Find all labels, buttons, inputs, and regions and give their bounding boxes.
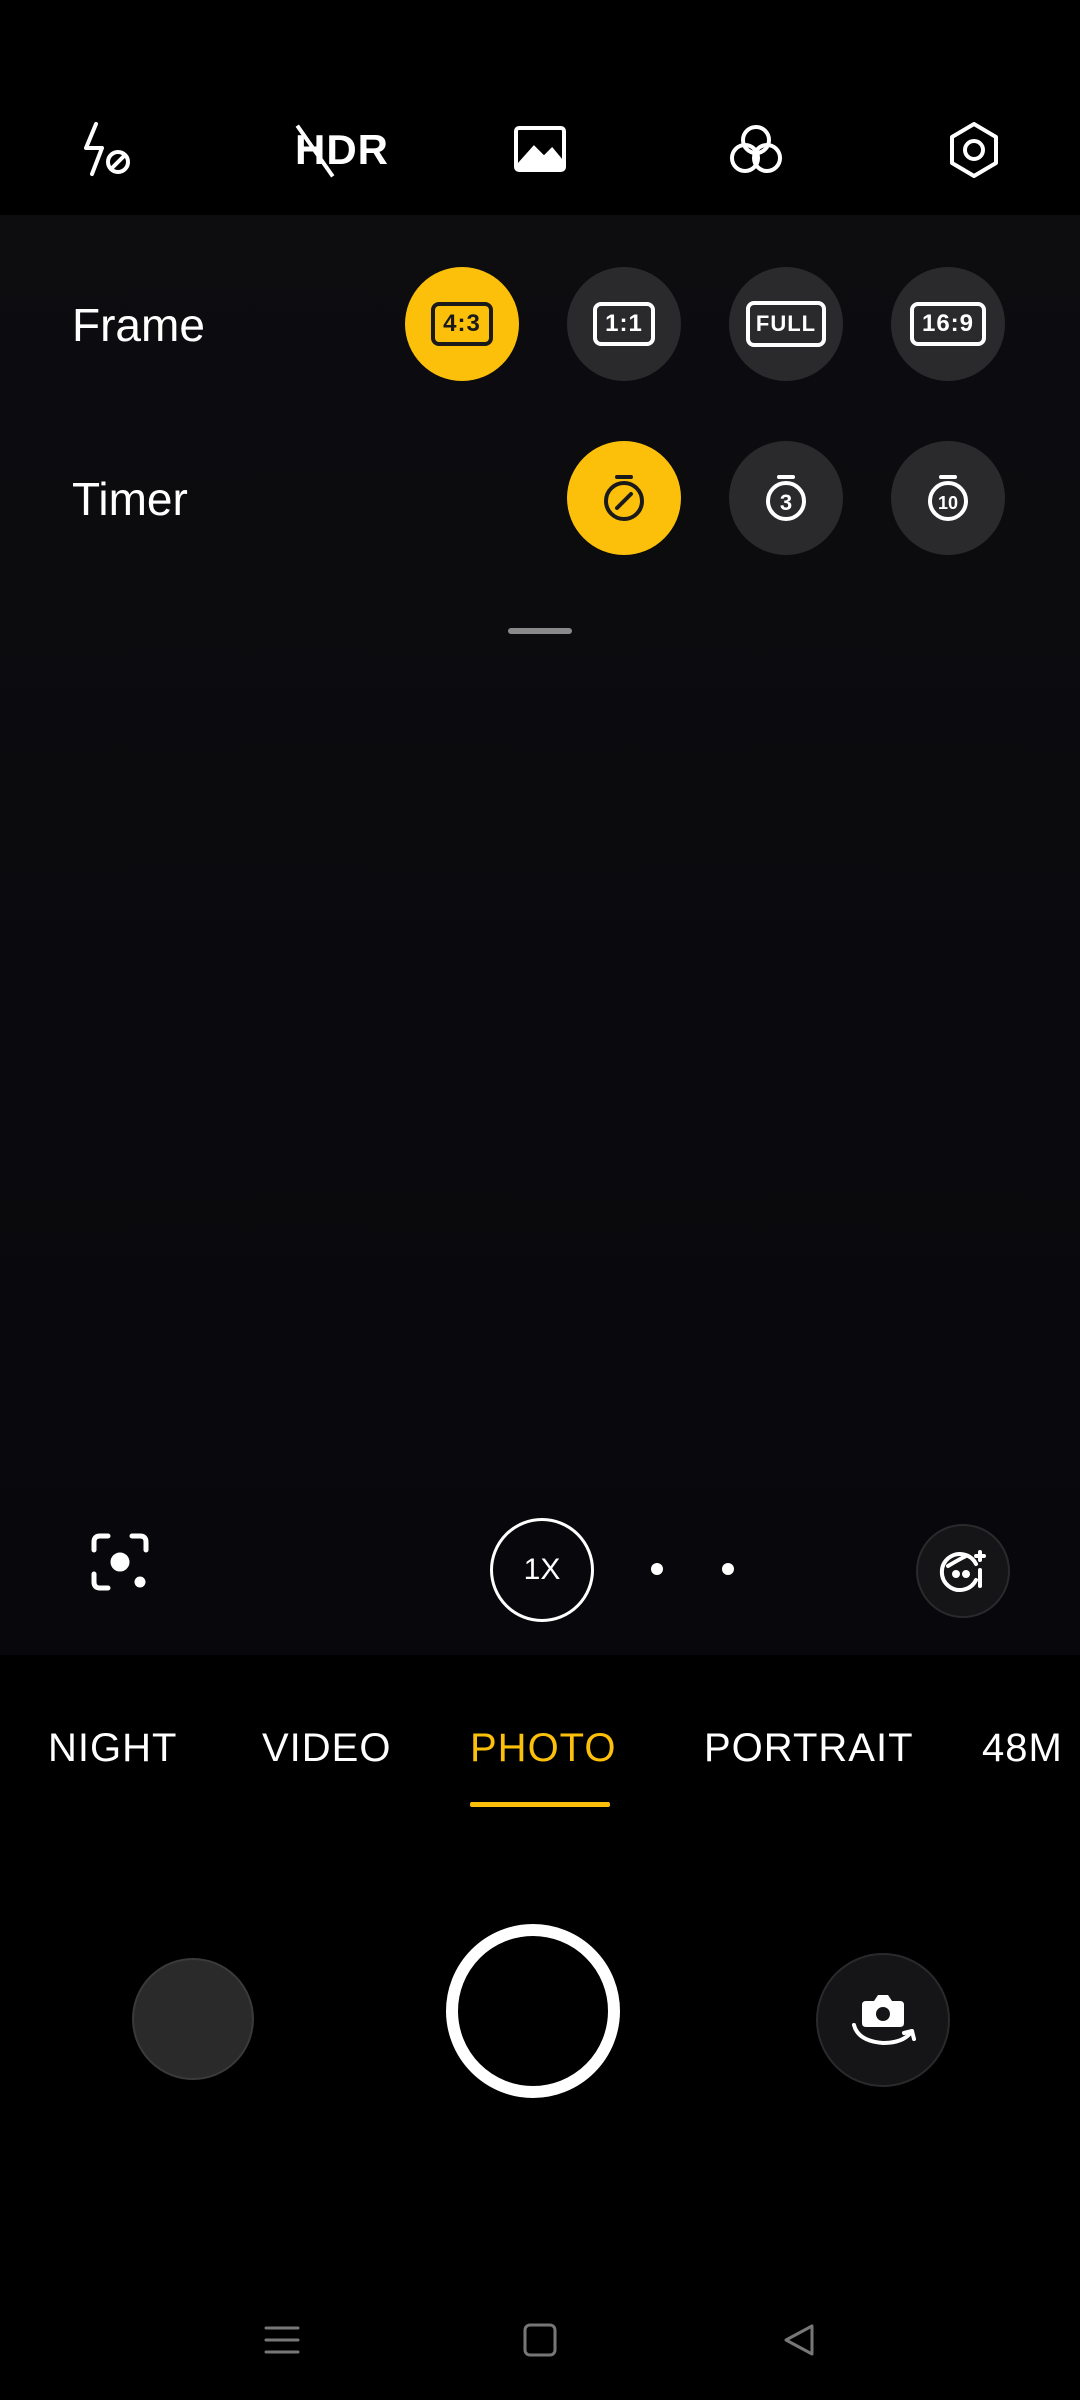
timer-off-icon — [604, 475, 644, 521]
face-beauty-icon — [939, 1550, 986, 1592]
frame-option-4-3[interactable]: 4:3 — [405, 267, 519, 381]
menu-icon[interactable] — [252, 2310, 312, 2370]
gallery-thumbnail[interactable] — [132, 1958, 254, 2080]
mode-video[interactable]: VIDEO — [262, 1726, 391, 1771]
zoom-label: 1X — [523, 1553, 561, 1586]
mode-photo[interactable]: PHOTO — [470, 1726, 617, 1771]
switch-camera-icon — [852, 1995, 916, 2046]
focus-icon[interactable] — [86, 1528, 154, 1596]
timer-option-10s[interactable]: 10 — [891, 441, 1005, 555]
timer-3-text: 3 — [780, 490, 792, 515]
zoom-dot-1[interactable] — [651, 1563, 663, 1575]
top-bar: HDR — [0, 0, 1080, 215]
frame-option-16-9[interactable]: 16:9 — [891, 267, 1005, 381]
timer-option-off[interactable] — [567, 441, 681, 555]
timer-10-icon: 10 — [928, 475, 968, 521]
home-icon[interactable] — [510, 2310, 570, 2370]
mode-night[interactable]: NIGHT — [48, 1726, 177, 1771]
frame-16-9-label: 16:9 — [909, 302, 987, 346]
timer-option-3s[interactable]: 3 — [729, 441, 843, 555]
frame-full-label: FULL — [745, 301, 827, 347]
frame-label: Frame — [72, 299, 205, 351]
frame-1-1-label: 1:1 — [593, 302, 655, 346]
back-icon[interactable] — [770, 2310, 830, 2370]
shutter-button[interactable] — [446, 1924, 620, 2098]
mode-48m[interactable]: 48M — [982, 1726, 1063, 1771]
face-beauty-button[interactable] — [916, 1524, 1010, 1618]
image-icon[interactable] — [500, 110, 580, 190]
filter-icon[interactable] — [716, 110, 796, 190]
settings-icon[interactable] — [934, 110, 1014, 190]
switch-camera-button[interactable] — [816, 1953, 950, 2087]
flash-off-icon[interactable] — [66, 110, 146, 190]
frame-option-1-1[interactable]: 1:1 — [567, 267, 681, 381]
panel-drag-handle[interactable] — [508, 628, 572, 634]
active-mode-indicator — [470, 1802, 610, 1807]
hdr-label: HDR — [295, 126, 389, 173]
hdr-toggle[interactable]: HDR — [282, 110, 402, 190]
viewfinder[interactable] — [0, 215, 1080, 1655]
frame-4-3-label: 4:3 — [431, 302, 493, 346]
timer-label: Timer — [72, 473, 188, 525]
timer-3-icon: 3 — [766, 475, 806, 521]
zoom-button[interactable]: 1X — [490, 1518, 594, 1622]
zoom-dot-2[interactable] — [722, 1563, 734, 1575]
mode-portrait[interactable]: PORTRAIT — [704, 1726, 914, 1771]
frame-option-full[interactable]: FULL — [729, 267, 843, 381]
timer-10-text: 10 — [938, 493, 958, 513]
